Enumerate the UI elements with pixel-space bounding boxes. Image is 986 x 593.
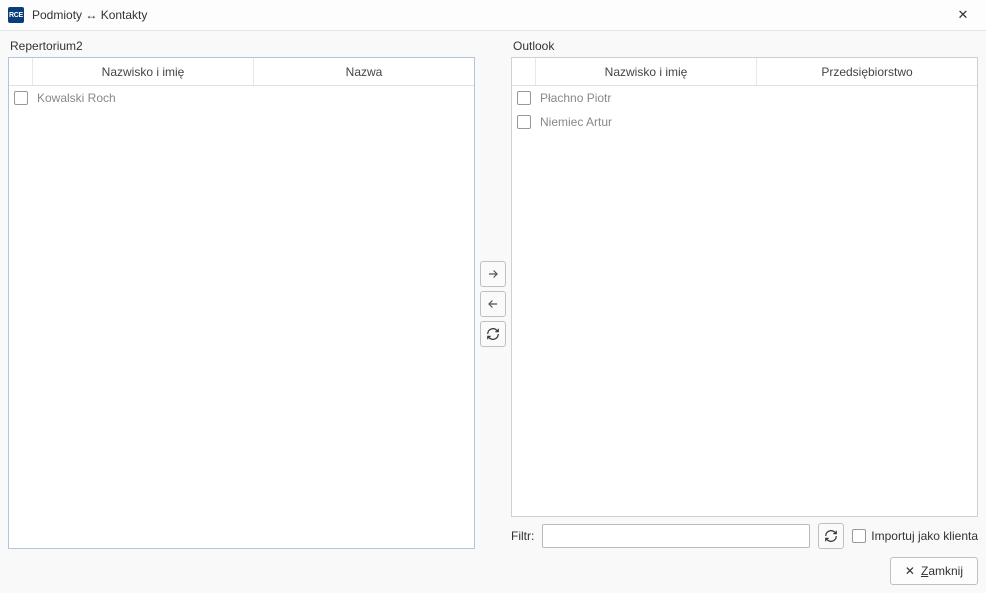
filter-row: Filtr: Importuj jako klienta: [511, 523, 978, 549]
app-icon-text: RCE: [9, 12, 23, 19]
left-grid-body: Kowalski Roch: [9, 86, 474, 548]
panels-row: Repertorium2 Nazwisko i imię Nazwa Kowal…: [8, 39, 978, 549]
right-header-name[interactable]: Nazwisko i imię: [536, 58, 757, 85]
right-header-company[interactable]: Przedsiębiorstwo: [757, 58, 977, 85]
row-checkbox-cell[interactable]: [9, 91, 33, 105]
checkbox-icon: [852, 529, 866, 543]
refresh-icon: [824, 529, 838, 543]
table-row[interactable]: Płachno Piotr: [512, 86, 977, 110]
window-close-button[interactable]: ✕: [940, 0, 986, 31]
filter-label: Filtr:: [511, 529, 534, 543]
checkbox-icon: [517, 115, 531, 129]
left-grid: Nazwisko i imię Nazwa Kowalski Roch: [8, 57, 475, 549]
arrow-left-icon: [486, 297, 500, 311]
left-grid-header: Nazwisko i imię Nazwa: [9, 58, 474, 86]
import-as-client-label: Importuj jako klienta: [871, 529, 978, 543]
import-as-client-checkbox[interactable]: Importuj jako klienta: [852, 529, 978, 543]
move-right-button[interactable]: [480, 261, 506, 287]
left-header-company[interactable]: Nazwa: [254, 58, 474, 85]
sync-button[interactable]: [480, 321, 506, 347]
right-panel: Outlook Nazwisko i imię Przedsiębiorstwo…: [511, 39, 978, 549]
left-panel: Repertorium2 Nazwisko i imię Nazwa Kowal…: [8, 39, 475, 549]
close-x-icon: ✕: [905, 564, 915, 578]
arrow-right-icon: [486, 267, 500, 281]
close-button[interactable]: ✕ Zamknij: [890, 557, 978, 585]
table-row[interactable]: Kowalski Roch: [9, 86, 474, 110]
right-grid: Nazwisko i imię Przedsiębiorstwo Płachno…: [511, 57, 978, 517]
row-name: Niemiec Artur: [536, 115, 757, 129]
content-area: Repertorium2 Nazwisko i imię Nazwa Kowal…: [0, 31, 986, 593]
left-panel-label: Repertorium2: [8, 39, 475, 53]
row-checkbox-cell[interactable]: [512, 115, 536, 129]
checkbox-icon: [14, 91, 28, 105]
transfer-buttons: [475, 39, 511, 549]
right-grid-body: Płachno Piotr Niemiec Artur: [512, 86, 977, 516]
move-left-button[interactable]: [480, 291, 506, 317]
titlebar: RCE Podmioty ↔ Kontakty ✕: [0, 0, 986, 31]
left-header-name[interactable]: Nazwisko i imię: [33, 58, 254, 85]
refresh-icon: [486, 327, 500, 341]
footer: ✕ Zamknij: [8, 549, 978, 585]
row-name: Płachno Piotr: [536, 91, 757, 105]
checkbox-icon: [517, 91, 531, 105]
right-header-checkbox-col[interactable]: [512, 58, 536, 85]
table-row[interactable]: Niemiec Artur: [512, 110, 977, 134]
window-title: Podmioty ↔ Kontakty: [32, 8, 147, 22]
close-icon: ✕: [958, 7, 969, 23]
filter-input[interactable]: [542, 524, 810, 548]
right-grid-header: Nazwisko i imię Przedsiębiorstwo: [512, 58, 977, 86]
right-panel-label: Outlook: [511, 39, 978, 53]
filter-refresh-button[interactable]: [818, 523, 844, 549]
app-icon: RCE: [8, 7, 24, 23]
row-checkbox-cell[interactable]: [512, 91, 536, 105]
row-name: Kowalski Roch: [33, 91, 254, 105]
close-button-label: Zamknij: [921, 564, 963, 578]
left-header-checkbox-col[interactable]: [9, 58, 33, 85]
